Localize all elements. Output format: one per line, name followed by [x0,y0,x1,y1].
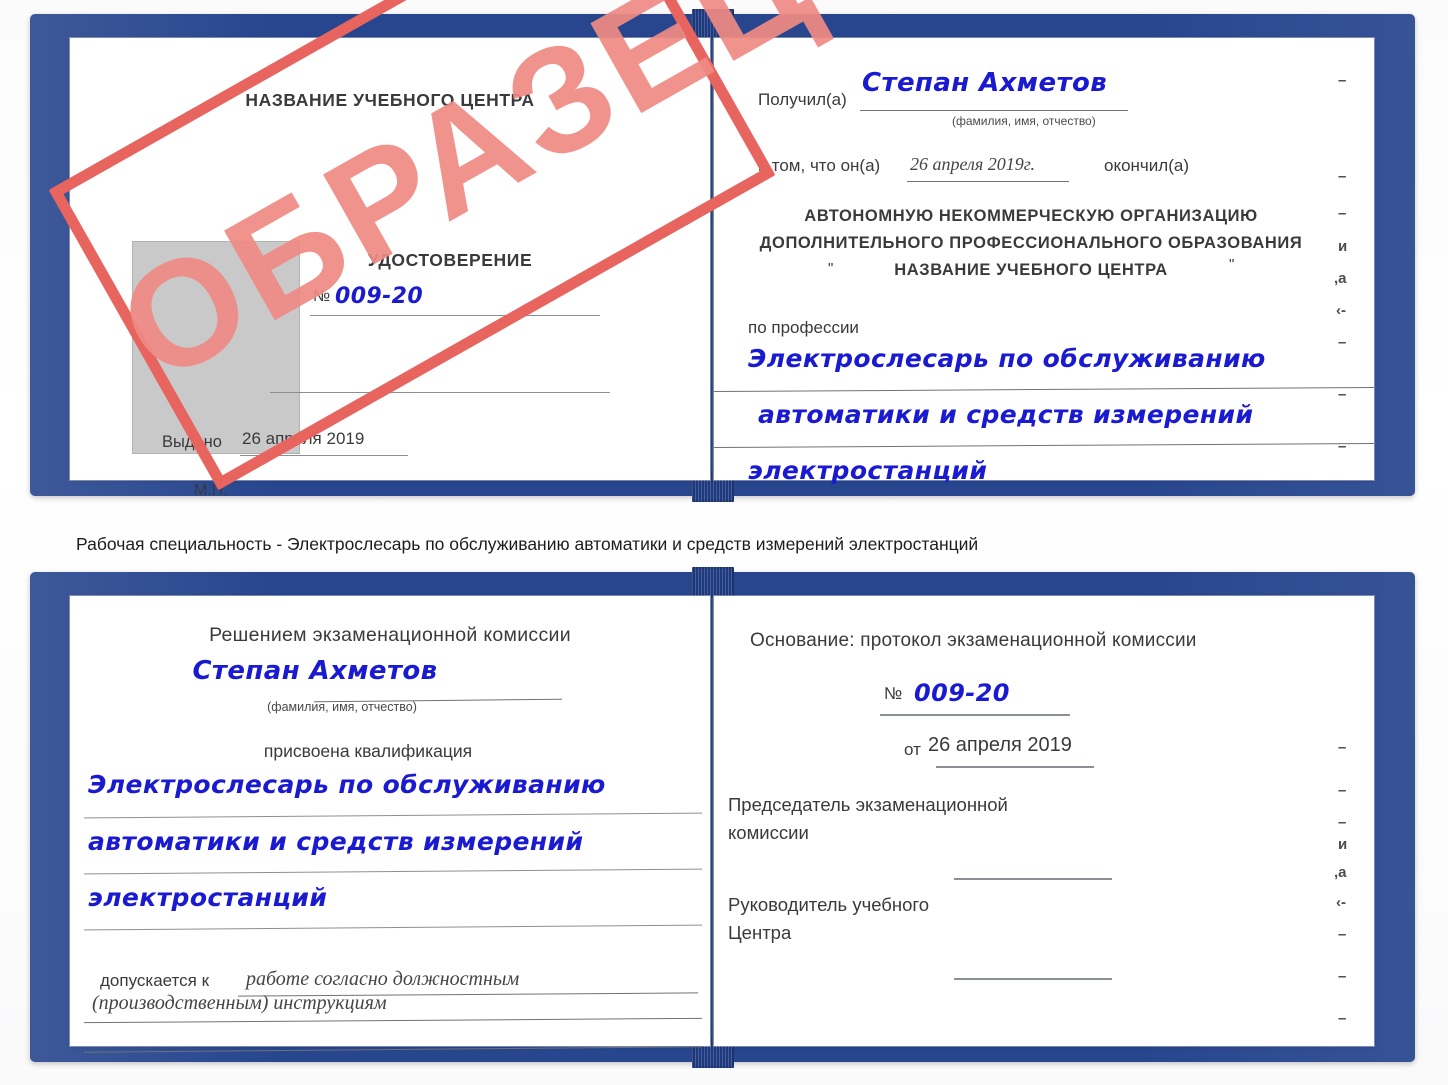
allowed-value-line2: (производственным) инструкциям [92,992,387,1014]
that-he-rule [907,181,1069,182]
edge-mark-b-8: – [1338,1010,1347,1027]
issued-label-top: Выдано [162,433,222,451]
qualification-line3: электростанций [88,883,328,912]
protocol-date-label: от [904,740,921,759]
allowed-label: допускается к [100,971,210,990]
head-line2: Центра [728,922,792,943]
edge-mark-4: ,а [1334,270,1347,287]
qualification-line1: Электрослесарь по обслуживанию [88,770,606,799]
org-quote-close: " [1229,256,1235,273]
edge-mark-3: и [1338,238,1348,255]
qualification-rule1 [84,812,702,819]
org-line3: НАЗВАНИЕ УЧЕБНОГО ЦЕНТРА [894,261,1168,279]
name-value-bottom: Степан Ахметов [192,656,438,686]
certificate-bottom: Решением экзаменационной комиссии Степан… [30,567,1415,1068]
chairman-signature-rule [954,878,1112,880]
basis-label: Основание: протокол экзаменационной коми… [750,630,1197,651]
number-value-top: 009-20 [335,284,424,309]
page-right-top: Получил(а) Степан Ахметов (фамилия, имя,… [714,38,1374,485]
profession-rule1 [714,386,1374,393]
that-he-value: 26 апреля 2019г. [910,154,1036,174]
received-value: Степан Ахметов [862,68,1108,98]
edge-mark-7: – [1338,386,1347,403]
page-left-bottom: Решением экзаменационной комиссии Степан… [70,596,710,1053]
edge-mark-2: – [1338,205,1347,222]
edge-mark-b-3: и [1338,836,1348,853]
head-line1: Руководитель учебного [728,894,930,915]
blank-rule-top [270,392,610,393]
protocol-number-value: 009-20 [914,679,1010,707]
edge-mark-b-5: ‹- [1336,894,1346,911]
received-hint: (фамилия, имя, отчество) [952,114,1096,128]
qualification-label: присвоена квалификация [263,741,473,761]
page-left-top: НАЗВАНИЕ УЧЕБНОГО ЦЕНТРА УДОСТОВЕРЕНИЕ №… [70,38,710,499]
org-line1: АВТОНОМНУЮ НЕКОММЕРЧЕСКУЮ ОРГАНИЗАЦИЮ [804,207,1258,225]
profession-label: по профессии [748,318,859,337]
doc-title-top: УДОСТОВЕРЕНИЕ [367,250,533,270]
qualification-rule2 [84,868,702,875]
issued-value-top: 26 апреля 2019 [242,429,365,448]
profession-rule2 [714,442,1374,449]
protocol-date-rule [936,766,1094,768]
org-title-top: НАЗВАНИЕ УЧЕБНОГО ЦЕНТРА [245,90,535,110]
name-hint-bottom: (фамилия, имя, отчество) [267,700,417,714]
allowed-rule2 [84,1017,702,1024]
finished-label: окончил(а) [1104,156,1189,175]
edge-mark-b-6: – [1338,926,1347,943]
profession-line1: Электрослесарь по обслуживанию [748,344,1266,373]
received-rule [860,110,1128,111]
edge-mark-0: – [1338,72,1347,89]
protocol-date-value: 26 апреля 2019 [928,734,1072,756]
qualification-line2: автоматики и средств измерений [88,827,584,856]
profession-line2: автоматики и средств измерений [758,400,1254,429]
edge-mark-b-4: ,а [1334,864,1347,881]
profession-line3: электростанций [748,456,988,485]
seal-label-top: М.П. [194,482,228,499]
qualification-rule3 [84,924,702,931]
org-line2: ДОПОЛНИТЕЛЬНОГО ПРОФЕССИОНАЛЬНОГО ОБРАЗО… [759,234,1303,252]
edge-mark-5: ‹- [1336,302,1346,319]
spine-tab-top [692,9,734,39]
number-label-top: № [313,288,331,305]
edge-mark-b-0: – [1338,739,1347,756]
edge-mark-1: – [1338,168,1347,185]
edge-mark-8: – [1338,438,1347,455]
protocol-number-rule [880,714,1070,716]
certificate-top: НАЗВАНИЕ УЧЕБНОГО ЦЕНТРА УДОСТОВЕРЕНИЕ №… [30,9,1415,502]
photo-placeholder [132,241,300,454]
that-he-label: в том, что он(а) [758,156,881,175]
protocol-number-label: № [884,684,903,703]
allowed-value-line1: работе согласно должностным [246,968,520,990]
page-right-bottom: Основание: протокол экзаменационной коми… [714,596,1374,1046]
edge-mark-b-7: – [1338,968,1347,985]
chairman-line1: Председатель экзаменационной [728,794,1008,815]
spine-tab-bottom-top [692,567,734,597]
edge-mark-6: – [1338,334,1347,351]
head-signature-rule [954,978,1112,980]
issued-rule-top [240,455,408,456]
chairman-line2: комиссии [728,822,809,843]
edge-mark-b-1: – [1338,782,1347,799]
received-label: Получил(а) [758,90,847,109]
caption-text: Рабочая специальность - Электрослесарь п… [76,534,979,554]
decision-title: Решением экзаменационной комиссии [209,624,571,646]
number-rule-top [310,315,600,316]
edge-mark-b-2: – [1338,814,1347,831]
